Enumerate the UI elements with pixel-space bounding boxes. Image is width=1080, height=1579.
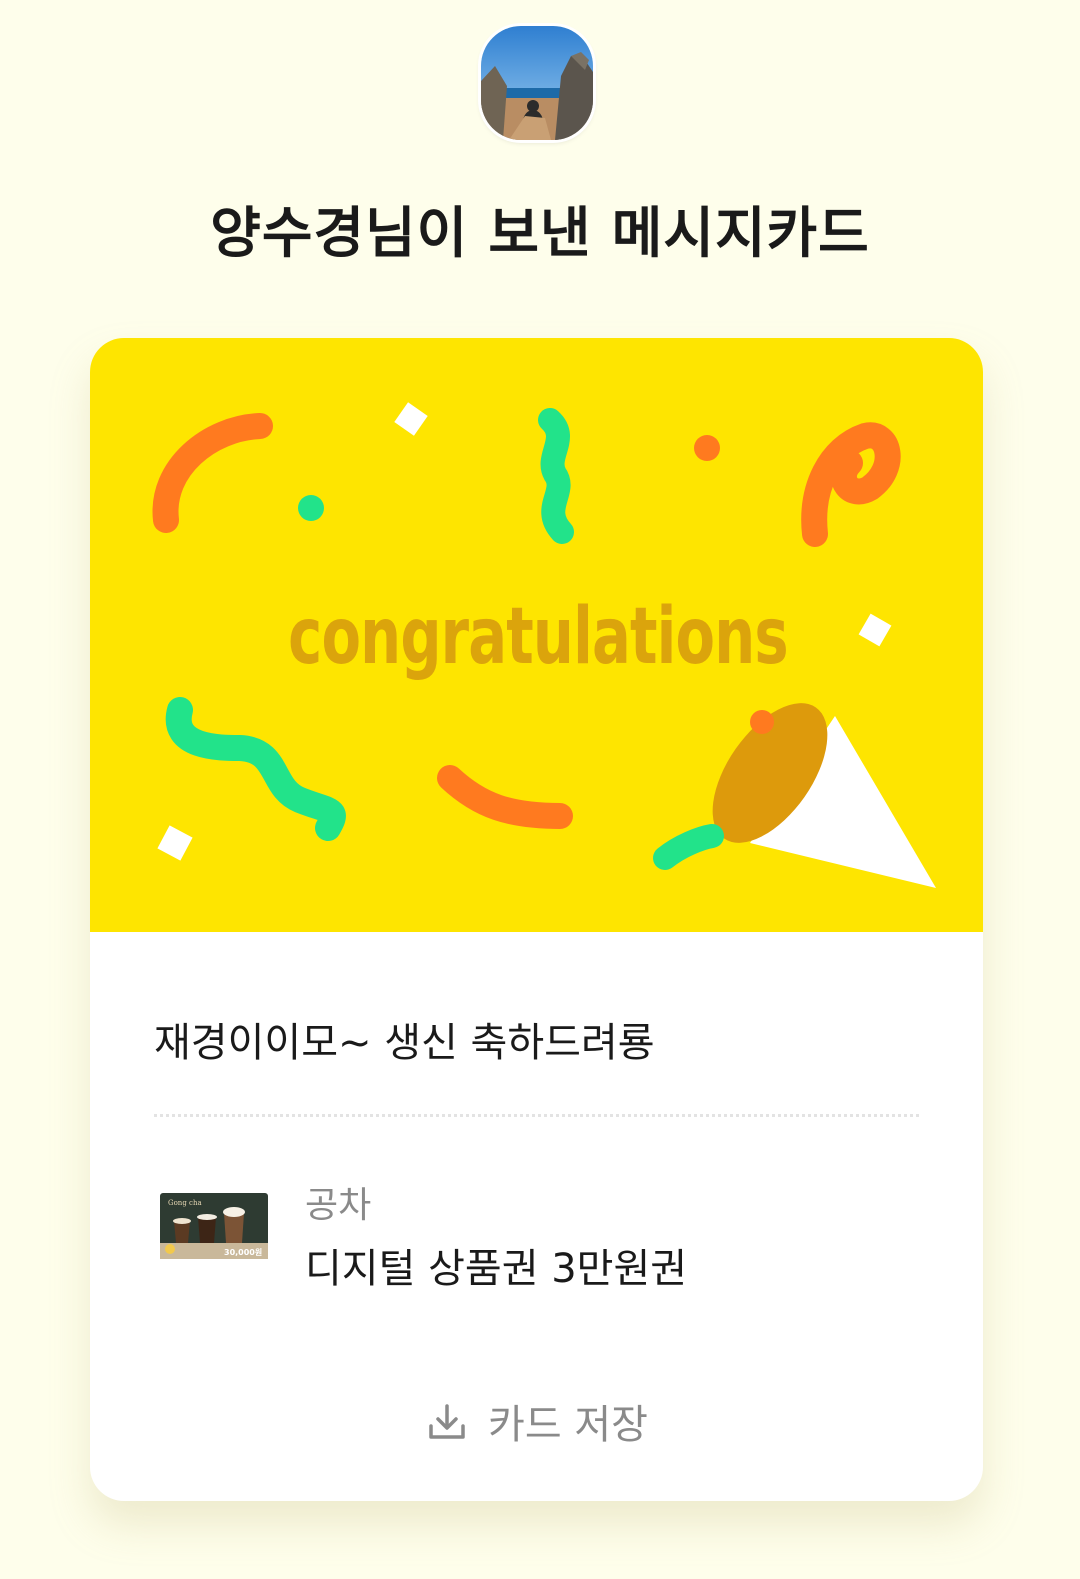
sender-avatar	[481, 26, 593, 140]
confetti-green-squiggle	[538, 408, 574, 544]
confetti-green-stroke	[653, 824, 724, 870]
save-card-button[interactable]: 카드 저장	[410, 1386, 664, 1456]
gift-thumb-logo: Gong cha	[168, 1199, 202, 1207]
gift-name[interactable]: 디지털 상품권 3만원권	[305, 1236, 687, 1294]
page-title: 양수경님이 보낸 메시지카드	[210, 201, 870, 265]
congratulations-text: congratulations	[288, 591, 788, 682]
congratulations-illustration: congratulations	[90, 338, 983, 932]
sender-photo	[481, 26, 593, 140]
dotted-divider	[154, 1114, 919, 1117]
confetti-green-dot	[298, 495, 324, 521]
confetti-orange-arc	[152, 413, 273, 533]
confetti-white-square	[394, 402, 428, 436]
message-card: congratulations 재경이이모~ 생신 축하드려룡 Gong cha	[90, 338, 983, 1501]
confetti-white-square	[157, 825, 193, 861]
confetti-orange-loop	[801, 422, 901, 547]
confetti-orange-dot	[750, 710, 774, 734]
download-icon	[426, 1400, 468, 1442]
gift-brand: 공차	[305, 1185, 372, 1226]
confetti-orange-dot	[694, 435, 720, 461]
card-message: 재경이이모~ 생신 축하드려룡	[154, 1020, 655, 1066]
confetti-orange-arc	[437, 765, 573, 829]
gift-thumbnail[interactable]: Gong cha 30,000원	[158, 1169, 270, 1265]
save-card-label: 카드 저장	[488, 1402, 648, 1448]
gift-thumb-price: 30,000원	[224, 1247, 262, 1257]
confetti-green-squiggle	[165, 697, 346, 841]
confetti-white-square	[858, 613, 892, 647]
